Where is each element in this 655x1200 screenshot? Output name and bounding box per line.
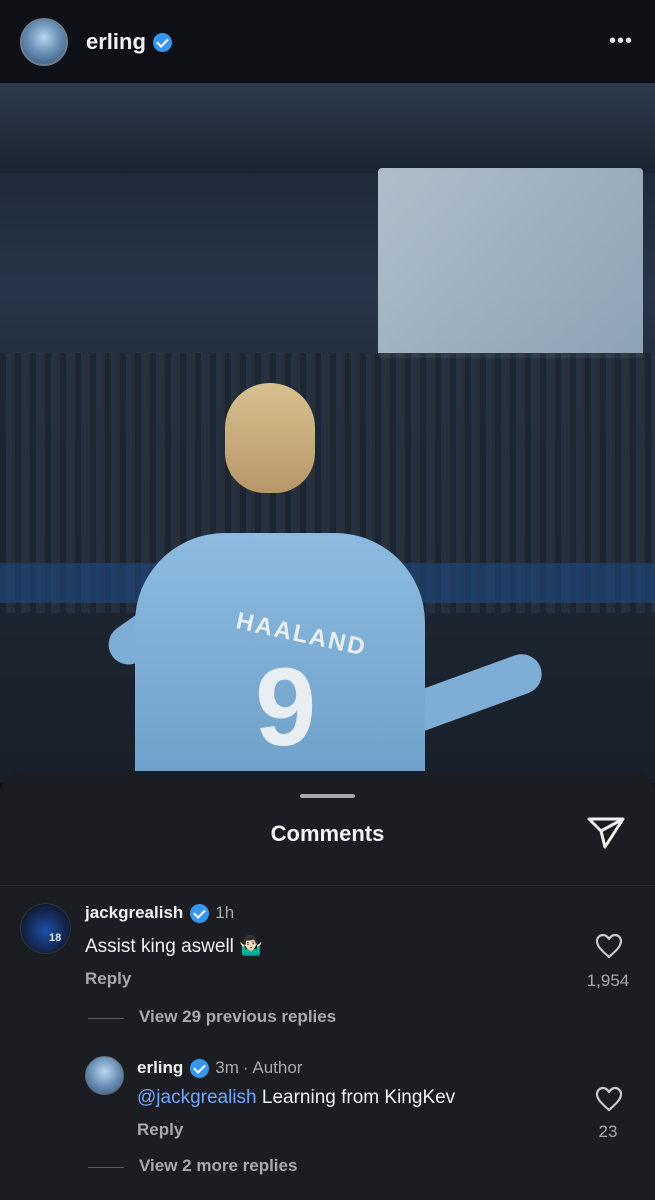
view-replies-line (88, 1018, 124, 1019)
author-tag: · Author (242, 1058, 303, 1077)
profile-username[interactable]: erling (86, 29, 172, 55)
comment-time: 1h (215, 903, 235, 922)
reply-time: 3m (215, 1058, 239, 1077)
reply-button[interactable]: Reply (85, 969, 131, 989)
view-more-replies-button[interactable]: View 2 more replies (139, 1156, 297, 1176)
like-count: 23 (598, 1122, 618, 1141)
view-replies-line (88, 1167, 124, 1168)
replier-username[interactable]: erling (137, 1058, 183, 1077)
like-count: 1,954 (586, 971, 630, 990)
profile-avatar[interactable] (20, 17, 68, 66)
commenter-username[interactable]: jackgrealish (85, 903, 183, 922)
reply-button[interactable]: Reply (137, 1120, 183, 1140)
verified-badge-icon (190, 1059, 210, 1079)
send-icon[interactable] (585, 813, 627, 851)
comments-sheet: Comments jackgrealish 1h Assist king aswe… (0, 771, 655, 1200)
player-head (225, 383, 315, 493)
post-photo[interactable]: HAALAND 9 (0, 83, 655, 783)
comment-header: jackgrealish 1h (85, 903, 235, 924)
reply-body: Learning from KingKev (256, 1087, 456, 1108)
sheet-drag-handle[interactable] (300, 794, 355, 798)
replier-avatar[interactable] (85, 1056, 124, 1095)
sheet-divider (0, 885, 655, 886)
mention-link[interactable]: @jackgrealish (137, 1087, 257, 1108)
player-shirt: HAALAND 9 (135, 533, 425, 783)
stadium-roof (0, 83, 655, 173)
verified-badge-icon (190, 904, 210, 924)
commenter-avatar[interactable] (20, 903, 71, 954)
post-header: erling ••• (0, 0, 655, 83)
heart-icon[interactable] (595, 1086, 623, 1112)
more-options-icon[interactable]: ••• (609, 30, 633, 53)
jersey-number: 9 (255, 646, 317, 769)
view-previous-replies-button[interactable]: View 29 previous replies (139, 1007, 336, 1027)
comment-text: Assist king aswell 🤷🏻‍♂️ (85, 936, 263, 957)
player-figure: HAALAND 9 (100, 383, 548, 783)
reply-header: erling 3m · Author (137, 1058, 303, 1079)
profile-username-text[interactable]: erling (86, 29, 146, 54)
stadium-screen (378, 168, 643, 358)
heart-icon[interactable] (595, 933, 623, 959)
comments-title: Comments (270, 821, 385, 846)
reply-text: @jackgrealish Learning from KingKev (137, 1087, 455, 1109)
verified-badge-icon (152, 33, 172, 53)
